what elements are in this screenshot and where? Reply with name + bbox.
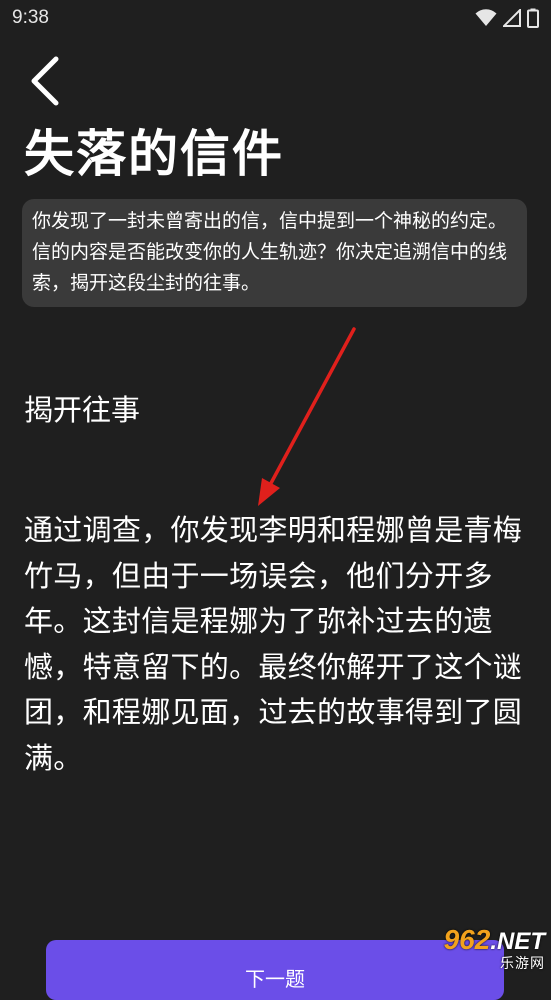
watermark-site: 962.NET xyxy=(444,926,545,956)
wifi-icon xyxy=(475,9,497,26)
watermark-digits: 962 xyxy=(443,924,491,955)
page-title: 失落的信件 xyxy=(24,125,284,183)
battery-icon xyxy=(527,8,539,28)
chevron-left-icon xyxy=(31,56,59,106)
choice-heading: 揭开往事 xyxy=(24,393,141,427)
status-icons xyxy=(475,8,539,28)
description-card: 你发现了一封未曾寄出的信，信中提到一个神秘的约定。信的内容是否能改变你的人生轨迹… xyxy=(22,199,527,307)
status-bar: 9:38 xyxy=(0,0,551,36)
watermark-subtitle: 乐游网 xyxy=(500,956,545,972)
signal-icon xyxy=(503,9,521,27)
watermark-net: .NET xyxy=(490,928,545,955)
status-time: 9:38 xyxy=(12,7,49,28)
story-text: 通过调查，你发现李明和程娜曾是青梅竹马，但由于一场误会，他们分开多年。这封信是程… xyxy=(24,513,523,775)
back-button[interactable] xyxy=(22,54,66,108)
watermark-logo: 962.NET 乐游网 xyxy=(407,925,545,973)
